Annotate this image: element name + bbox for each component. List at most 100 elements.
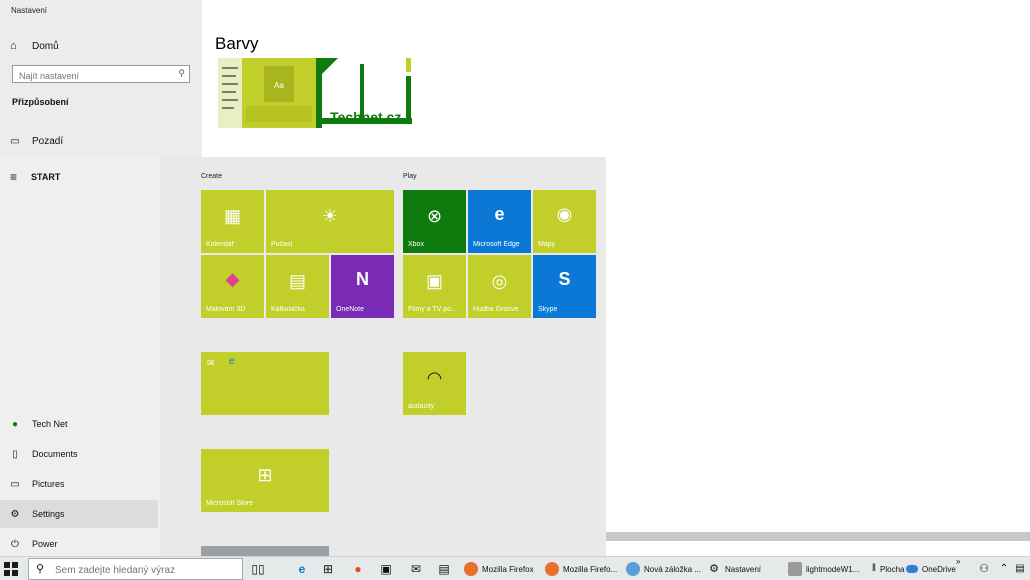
taskbar-search-box[interactable]: ⚲ xyxy=(28,558,243,580)
taskbar-item-label: lightmodeW1... xyxy=(806,564,860,574)
group-label-create: Create xyxy=(201,173,223,180)
tile-films[interactable]: ▣ Filmy a TV po... xyxy=(403,255,466,318)
taskbar-item-firefox-2[interactable]: Mozilla Firefo... xyxy=(545,559,617,579)
taskbar-item-lightmode[interactable]: lightmodeW1... xyxy=(788,559,859,579)
edge-icon[interactable]: e xyxy=(294,561,310,577)
tile-label: Kalendář xyxy=(206,241,235,248)
page-heading: Barvy xyxy=(215,34,259,53)
tile-label: Microsoft Edge xyxy=(473,241,520,248)
people-icon[interactable]: ⚇ xyxy=(976,561,992,577)
start-pictures[interactable]: ▭ Pictures xyxy=(0,470,158,498)
start-left-label: Tech Net xyxy=(32,419,68,429)
horizontal-scrollbar[interactable] xyxy=(606,532,1030,541)
tile-onenote[interactable]: N OneNote xyxy=(331,255,394,318)
task-view-icon[interactable]: ▯▯ xyxy=(250,561,266,577)
tile-label: OneNote xyxy=(336,306,365,313)
firefox-icon[interactable]: ● xyxy=(350,561,366,577)
start-left-label: Settings xyxy=(32,509,65,519)
store-icon[interactable]: ⊞ xyxy=(320,561,336,577)
tile-skype[interactable]: S Skype xyxy=(533,255,596,318)
taskbar-item-label: Mozilla Firefox xyxy=(482,564,534,574)
browser-tab-icon xyxy=(626,562,640,576)
gear-icon: ⚙ xyxy=(709,563,719,575)
nav-background[interactable]: ▭ Pozadí xyxy=(10,133,63,149)
nav-home[interactable]: ⌂ Domů xyxy=(10,37,59,55)
calculator-icon: ▤ xyxy=(288,271,306,291)
image-file-icon xyxy=(788,562,802,576)
tile-label: Xbox xyxy=(408,241,424,248)
start-header[interactable]: ≡ START xyxy=(10,170,60,184)
nav-home-label: Domů xyxy=(32,40,59,52)
tile-store[interactable]: ⊞ Microsoft Store xyxy=(201,449,329,512)
tile-calendar[interactable]: ▦ Kalendář xyxy=(201,190,264,253)
calculator-icon[interactable]: ▤ xyxy=(436,561,452,577)
window-title: Nastavení xyxy=(11,6,48,15)
tile-audacity[interactable]: ◠ audacity xyxy=(403,352,466,415)
headphones-icon: ◠ xyxy=(426,368,443,388)
section-title: Přizpůsobení xyxy=(12,97,69,107)
tile-label: Mapy xyxy=(538,241,556,248)
tile-partial[interactable] xyxy=(201,546,329,556)
tile-weather[interactable]: ☀ Počasí xyxy=(266,190,394,253)
tile-label: Microsoft Store xyxy=(206,500,254,507)
tile-mail[interactable]: ✉ e xyxy=(201,352,329,415)
windows-start-button[interactable] xyxy=(4,562,18,576)
paint3d-icon: ◆ xyxy=(225,269,240,289)
taskbar-item-new-tab[interactable]: Nová záložka ... xyxy=(626,559,701,579)
start-power[interactable]: ⏻ Power xyxy=(0,530,158,558)
power-icon: ⏻ xyxy=(11,538,19,550)
group-label-play: Play xyxy=(403,173,417,180)
nav-background-label: Pozadí xyxy=(32,135,64,147)
tile-label: Hudba Groove xyxy=(473,306,519,313)
mail-icon: ✉ xyxy=(207,358,215,368)
onenote-icon: N xyxy=(356,269,369,289)
tile-label: Skype xyxy=(538,306,558,313)
technet-logo: Technet.cz xyxy=(330,109,401,125)
photos-icon[interactable]: ▣ xyxy=(378,561,394,577)
start-title: START xyxy=(31,172,61,182)
store-icon: ⊞ xyxy=(257,465,273,485)
tile-xbox[interactable]: ⊗ Xbox xyxy=(403,190,466,253)
image-icon: ▭ xyxy=(10,135,20,147)
taskbar-toolbar-desktop[interactable]: Plocha xyxy=(880,559,904,579)
gear-icon: ⚙ xyxy=(10,508,20,520)
skype-icon: S xyxy=(558,269,571,289)
settings-search-box[interactable]: ⚲ xyxy=(12,65,190,84)
overflow-chevron-icon[interactable]: » xyxy=(956,557,960,566)
pictures-icon: ▭ xyxy=(10,478,20,490)
network-icon[interactable]: ▤ xyxy=(1012,561,1028,577)
start-left-label: Power xyxy=(32,539,58,549)
start-documents[interactable]: ▯ Documents xyxy=(0,440,158,468)
taskbar-item-firefox-1[interactable]: Mozilla Firefox xyxy=(464,559,534,579)
taskbar-item-label: Plocha xyxy=(880,564,905,574)
tile-label: Kalkulačka xyxy=(271,306,305,313)
tile-label: audacity xyxy=(408,403,435,410)
cloud-icon xyxy=(906,565,918,573)
taskbar-item-onedrive[interactable]: OneDrive xyxy=(906,559,956,579)
tile-maps[interactable]: ◉ Mapy xyxy=(533,190,596,253)
tile-edge[interactable]: e Microsoft Edge xyxy=(468,190,531,253)
user-icon: ● xyxy=(11,418,19,430)
chevron-up-icon[interactable]: ⌃ xyxy=(996,561,1012,577)
sun-icon: ☀ xyxy=(321,206,339,226)
taskbar-search-input[interactable] xyxy=(53,561,242,579)
settings-search-input[interactable] xyxy=(13,68,169,84)
edge-icon: e xyxy=(229,356,235,367)
tile-label: Malování 3D xyxy=(206,306,246,313)
firefox-icon xyxy=(545,562,559,576)
maps-icon: ◉ xyxy=(556,204,573,224)
home-icon: ⌂ xyxy=(10,40,17,52)
start-settings[interactable]: ⚙ Settings xyxy=(0,500,158,528)
tile-groove[interactable]: ◎ Hudba Groove xyxy=(468,255,531,318)
clapperboard-icon: ▣ xyxy=(425,271,443,291)
hamburger-menu-icon[interactable]: ≡ xyxy=(10,170,17,184)
taskbar-item-label: OneDrive xyxy=(922,564,956,574)
mail-icon[interactable]: ✉ xyxy=(408,561,424,577)
start-user-technet[interactable]: ● Tech Net xyxy=(0,410,158,438)
taskbar-item-settings[interactable]: ⚙ Nastavení xyxy=(707,559,761,579)
tile-paint3d[interactable]: ◆ Malování 3D xyxy=(201,255,264,318)
tile-calculator[interactable]: ▤ Kalkulačka xyxy=(266,255,329,318)
taskbar-item-label: Nastavení xyxy=(725,564,762,574)
calendar-icon: ▦ xyxy=(223,206,241,226)
taskbar-item-label: Mozilla Firefo... xyxy=(563,564,618,574)
